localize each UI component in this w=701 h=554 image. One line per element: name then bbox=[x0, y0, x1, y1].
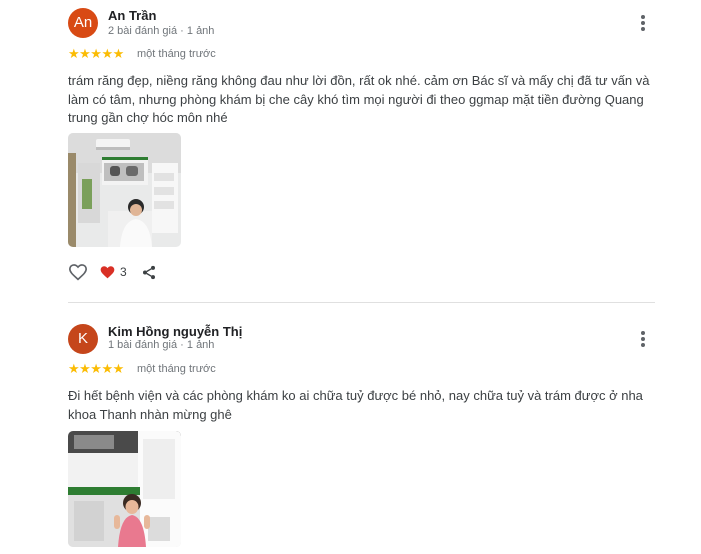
more-options-button[interactable] bbox=[636, 329, 650, 349]
review-time: một tháng trước bbox=[137, 363, 216, 375]
child-photo-image bbox=[68, 431, 181, 547]
avatar[interactable]: K bbox=[68, 324, 98, 354]
review-card: K Kim Hồng nguyễn Thị 1 bài đánh giá · 1… bbox=[0, 0, 701, 554]
review-photo[interactable] bbox=[68, 431, 181, 547]
reviewer-meta: 1 bài đánh giá · 1 ảnh bbox=[108, 339, 215, 351]
review-text: Đi hết bệnh viện và các phòng khám ko ai… bbox=[68, 388, 643, 422]
reviewer-name[interactable]: Kim Hồng nguyễn Thị bbox=[108, 324, 242, 339]
star-rating: ★★★★★ bbox=[68, 361, 124, 376]
more-vert-icon bbox=[641, 331, 645, 335]
